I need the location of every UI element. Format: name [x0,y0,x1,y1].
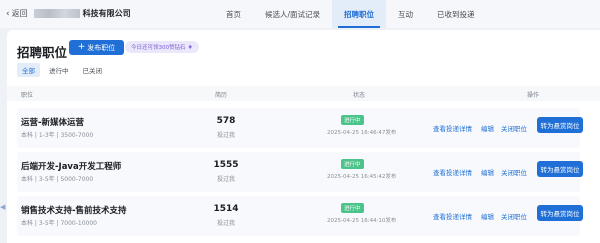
table-row: 运营-新媒体运营 本科 | 1-3年 | 3500-7000 578 投过我 进… [17,108,583,148]
application-count-label: 投过我 [216,132,235,139]
company-name-redacted [33,9,80,18]
back-link[interactable]: ‹ 返回 科技有限公司 [6,8,131,19]
publish-job-button[interactable]: + 发布职位 [69,40,124,55]
application-count: 1555 [213,160,239,170]
publish-job-label: 发布职位 [87,43,116,52]
column-status: 状态 [353,92,366,99]
nav-candidates-label: 候选人/面试记录 [265,9,321,19]
nav-home-label: 首页 [226,9,241,19]
jobs-panel: 招聘职位 + 发布职位 今日还可领300赞钻石 ♦ 全部 进行中 已关闭 职位 … [7,30,600,243]
column-actions: 操作 [527,92,540,99]
back-label: 返回 [11,9,28,18]
close-job-link[interactable]: 关闭职位 [501,167,527,177]
main-nav: 首页 候选人/面试记录 招聘职位 互动 已收到投递 [214,0,487,28]
publish-time: 2025-04-25 16:46:47发布 [327,130,397,136]
chevron-left-icon: ‹ [6,8,10,19]
nav-home[interactable]: 首页 [214,0,253,28]
convert-bounty-button[interactable]: 转为悬赏岗位 [537,117,583,133]
plus-icon: + [77,42,86,52]
edit-link[interactable]: 编辑 [481,123,494,133]
edit-link[interactable]: 编辑 [481,211,494,221]
application-count-label: 投过我 [216,220,235,227]
nav-candidates[interactable]: 候选人/面试记录 [253,0,332,28]
company-name: 科技有限公司 [82,9,131,18]
filter-all[interactable]: 全部 [17,63,40,77]
job-meta: 本科 | 3-5年 | 7000-10000 [21,220,97,227]
collapse-arrow-icon[interactable]: ◀ [0,203,6,211]
table-row: 销售技术支持-售前技术支持 本科 | 3-5年 | 7000-10000 151… [17,196,583,236]
publish-time: 2025-04-25 16:44:10发布 [327,218,397,224]
view-applications-link[interactable]: 查看投递详情 [433,123,472,133]
nav-jobs-label: 招聘职位 [344,9,375,19]
nav-interaction-label: 互动 [398,9,414,19]
filter-closed[interactable]: 已关闭 [78,63,108,77]
application-count: 1514 [213,204,239,214]
job-meta: 本科 | 1-3年 | 3500-7000 [21,132,94,139]
close-job-link[interactable]: 关闭职位 [501,123,527,133]
publish-time: 2025-04-25 16:45:42发布 [327,174,397,180]
table-row: 后端开发-Java开发工程师 本科 | 3-5年 | 5000-7000 155… [17,152,583,192]
diamond-icon: ♦ [187,43,193,51]
top-bar: ‹ 返回 科技有限公司 首页 候选人/面试记录 招聘职位 互动 已收到投递 [0,0,600,28]
view-applications-link[interactable]: 查看投递详情 [433,211,472,221]
status-filters: 全部 进行中 已关闭 [17,63,107,77]
column-applications: 简历 [215,92,228,99]
close-job-link[interactable]: 关闭职位 [501,211,527,221]
job-meta: 本科 | 3-5年 | 5000-7000 [21,176,94,183]
filter-active[interactable]: 进行中 [44,63,74,77]
quota-badge[interactable]: 今日还可领300赞钻石 ♦ [125,41,199,53]
status-badge: 进行中 [341,115,364,125]
quota-text: 今日还可领300赞钻石 [131,45,186,51]
job-title[interactable]: 销售技术支持-售前技术支持 [21,204,127,216]
nav-received[interactable]: 已收到投递 [425,0,487,28]
application-count-label: 投过我 [216,176,235,183]
table-header: 职位 简历 状态 操作 [7,86,600,101]
nav-interaction[interactable]: 互动 [386,0,425,28]
page-title: 招聘职位 [17,45,68,60]
nav-received-label: 已收到投递 [437,9,475,19]
column-position: 职位 [21,92,34,99]
view-applications-link[interactable]: 查看投递详情 [433,167,472,177]
job-title[interactable]: 后端开发-Java开发工程师 [21,160,121,172]
convert-bounty-button[interactable]: 转为悬赏岗位 [537,205,583,221]
status-badge: 进行中 [341,159,364,169]
nav-jobs[interactable]: 招聘职位 [332,0,387,28]
status-badge: 进行中 [341,203,364,213]
application-count: 578 [216,116,236,126]
job-title[interactable]: 运营-新媒体运营 [21,116,84,128]
edit-link[interactable]: 编辑 [481,167,494,177]
convert-bounty-button[interactable]: 转为悬赏岗位 [537,161,583,177]
